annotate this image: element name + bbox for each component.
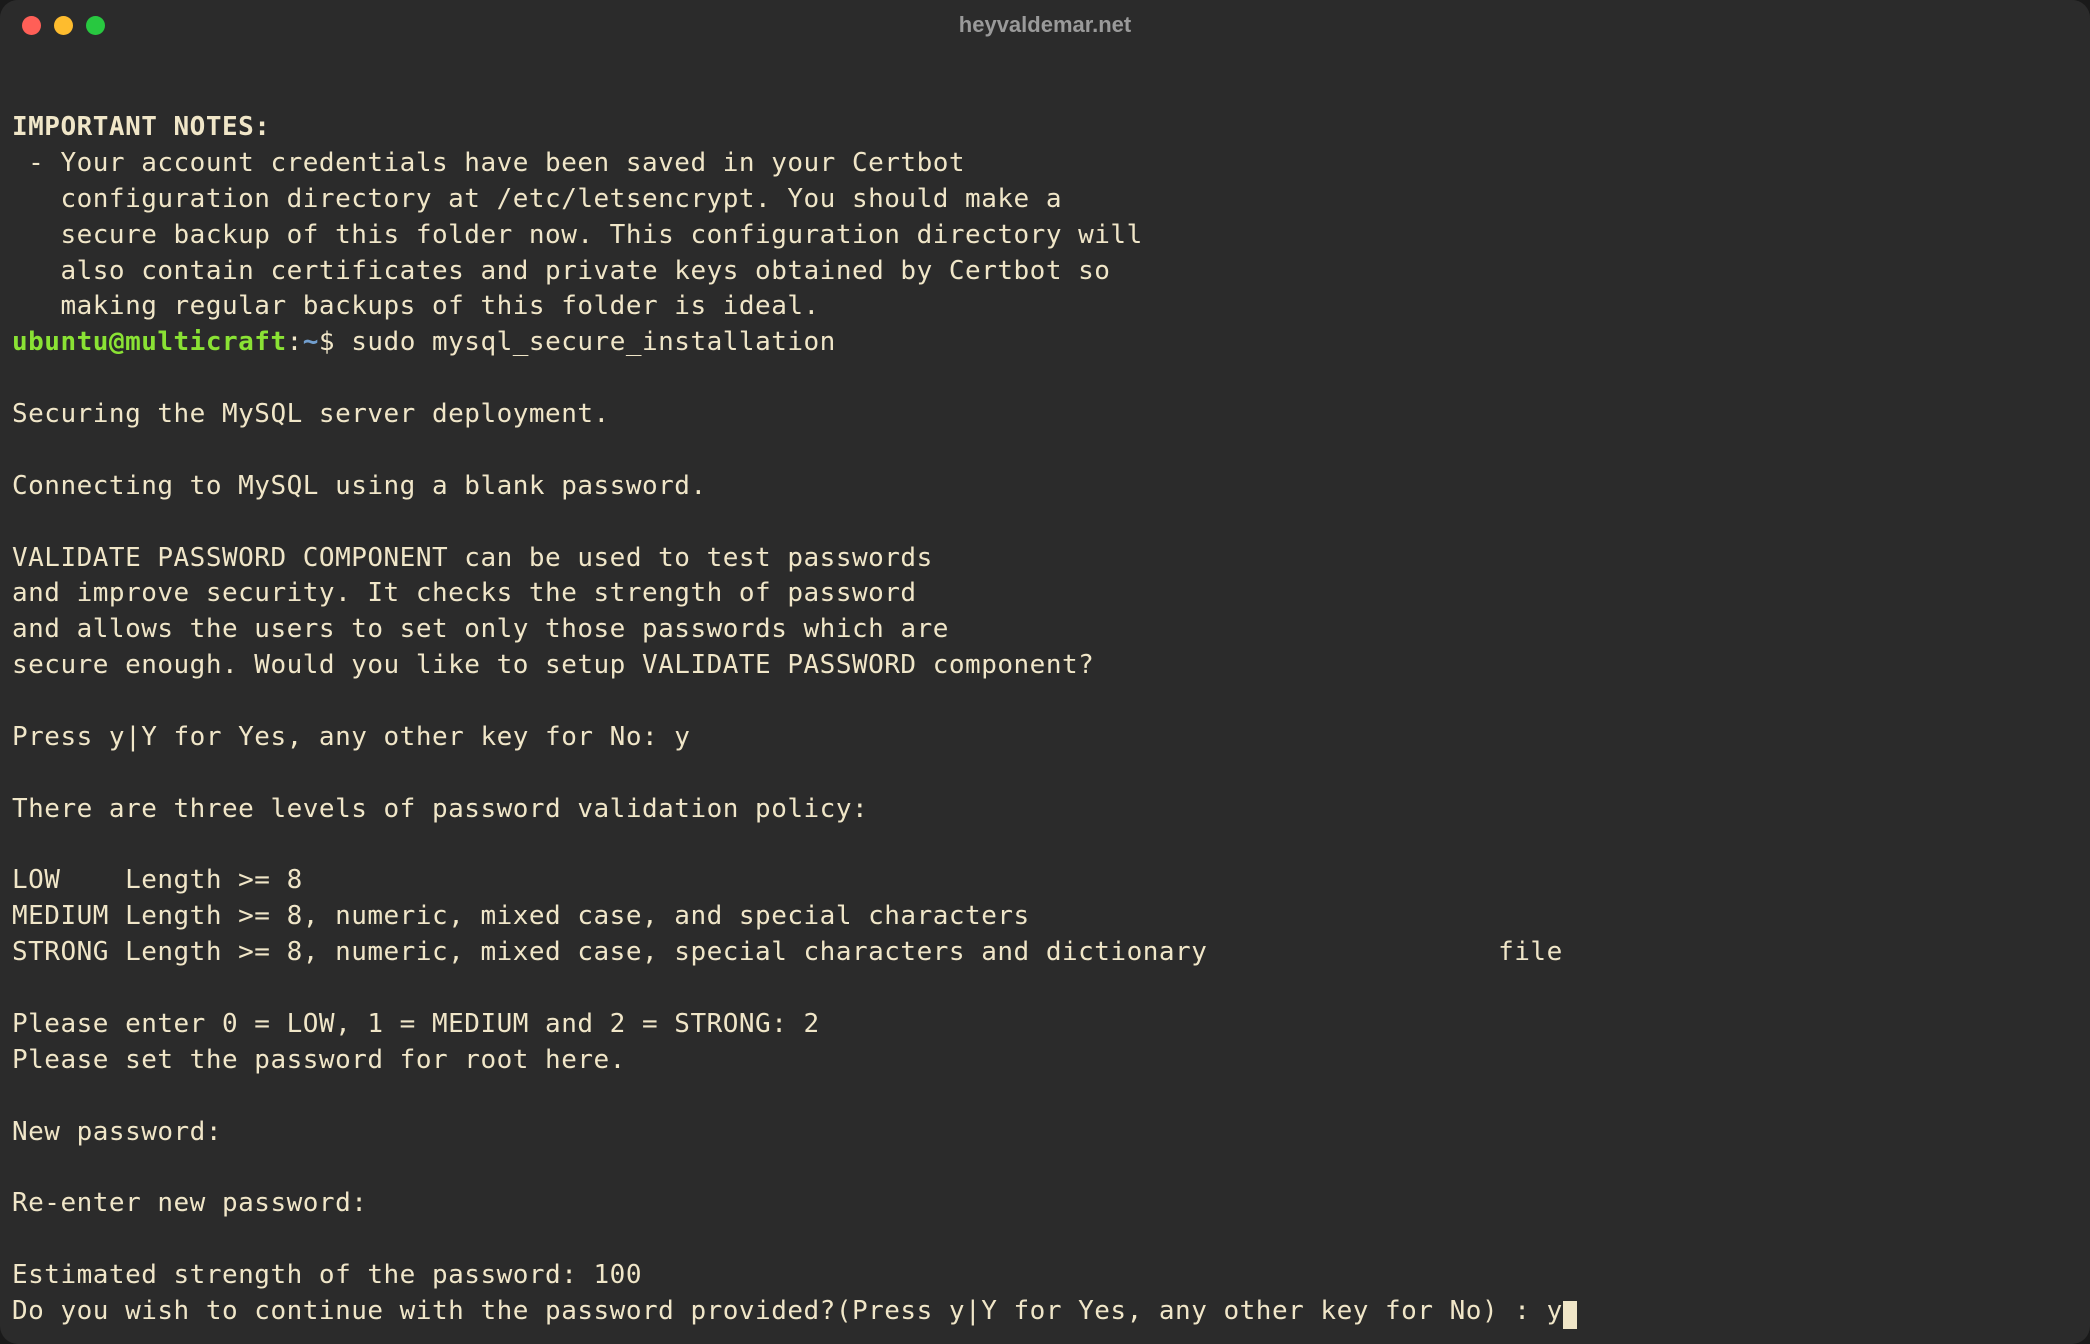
note-line: also contain certificates and private ke… — [12, 256, 1110, 286]
cursor-icon — [1563, 1301, 1577, 1329]
password-prompt: Re-enter new password: — [12, 1188, 384, 1218]
input-prompt-line: Do you wish to continue with the passwor… — [12, 1296, 1563, 1326]
password-prompt: New password: — [12, 1117, 238, 1147]
output-line: Securing the MySQL server deployment. — [12, 399, 610, 429]
maximize-button[interactable] — [86, 16, 105, 35]
prompt-path: ~ — [303, 327, 319, 357]
close-button[interactable] — [22, 16, 41, 35]
traffic-lights — [22, 16, 105, 35]
output-line: Please set the password for root here. — [12, 1045, 626, 1075]
output-line: Estimated strength of the password: 100 — [12, 1260, 658, 1290]
policy-line-low: LOW Length >= 8 — [12, 865, 303, 895]
output-line: and improve security. It checks the stre… — [12, 578, 917, 608]
output-line: Connecting to MySQL using a blank passwo… — [12, 471, 707, 501]
minimize-button[interactable] — [54, 16, 73, 35]
terminal-window: heyvaldemar.net IMPORTANT NOTES: - Your … — [0, 0, 2090, 1344]
policy-line-strong: STRONG Length >= 8, numeric, mixed case,… — [12, 937, 1563, 967]
note-line: making regular backups of this folder is… — [12, 291, 820, 321]
output-line: and allows the users to set only those p… — [12, 614, 949, 644]
prompt-user-host: ubuntu@multicraft — [12, 327, 287, 357]
important-notes-heading: IMPORTANT NOTES: — [12, 112, 270, 142]
output-line: secure enough. Would you like to setup V… — [12, 650, 1094, 680]
prompt-symbol: $ — [319, 327, 351, 357]
input-prompt-line: Press y|Y for Yes, any other key for No:… — [12, 722, 690, 752]
policy-line-medium: MEDIUM Length >= 8, numeric, mixed case,… — [12, 901, 1030, 931]
terminal-content[interactable]: IMPORTANT NOTES: - Your account credenti… — [0, 50, 2090, 1344]
note-line: secure backup of this folder now. This c… — [12, 220, 1143, 250]
note-line: configuration directory at /etc/letsencr… — [12, 184, 1062, 214]
output-line: There are three levels of password valid… — [12, 794, 868, 824]
output-line: VALIDATE PASSWORD COMPONENT can be used … — [12, 543, 933, 573]
input-prompt-line: Please enter 0 = LOW, 1 = MEDIUM and 2 =… — [12, 1009, 820, 1039]
window-title: heyvaldemar.net — [959, 12, 1131, 38]
command-text: sudo mysql_secure_installation — [351, 327, 836, 357]
titlebar: heyvaldemar.net — [0, 0, 2090, 50]
prompt-colon: : — [287, 327, 303, 357]
note-line: - Your account credentials have been sav… — [12, 148, 965, 178]
